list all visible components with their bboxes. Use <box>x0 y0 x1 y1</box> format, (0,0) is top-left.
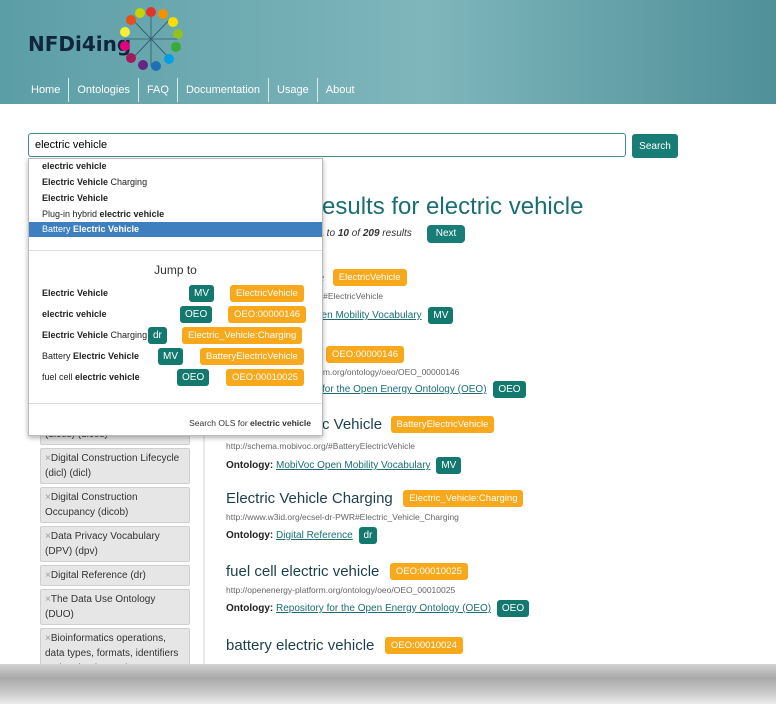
result-title[interactable]: battery electric vehicle <box>226 637 374 654</box>
results-divider <box>203 404 205 664</box>
result-title[interactable]: fuel cell electric vehicle <box>226 563 379 580</box>
nav-ontologies[interactable]: Ontologies <box>69 78 139 102</box>
blurred-footer <box>0 664 776 704</box>
result-ontology-link[interactable]: for the Open Energy Ontology (OEO) <box>322 384 487 395</box>
jump-ontology-badge[interactable]: MV <box>189 285 214 302</box>
result-title[interactable]: Electric Vehicle Charging <box>226 490 393 507</box>
jump-id-badge[interactable]: ElectricVehicle <box>230 285 304 302</box>
jump-to-item[interactable]: electric vehicle OEO OEO:00000146 <box>42 306 312 324</box>
result-ontology-badge[interactable]: MV <box>436 457 462 474</box>
result-id-badge[interactable]: ElectricVehicle <box>332 269 407 287</box>
search-ols-link[interactable]: Search OLS for electric vehicle <box>189 418 311 428</box>
facet-item[interactable]: ×Digital Construction Occupancy (dicob) <box>40 487 190 523</box>
result-ontology-link[interactable]: Repository for the Open Energy Ontology … <box>276 603 491 614</box>
suggestion-item[interactable]: Electric Vehicle Charging <box>29 175 322 190</box>
result-item: fuel cell electric vehicle OEO:00010025 … <box>226 563 766 617</box>
nav-about[interactable]: About <box>318 78 363 102</box>
result-ontology-badge[interactable]: dr <box>358 527 378 544</box>
result-item: Electric Vehicle Charging Electric_Vehic… <box>226 490 766 544</box>
result-ontology-badge[interactable]: OEO <box>496 600 530 617</box>
jump-to-item[interactable]: fuel cell electric vehicle OEO OEO:00010… <box>42 369 312 387</box>
result-item: e ElectricVehicle g/#ElectricVehicle pen… <box>316 269 776 324</box>
result-ontology-link[interactable]: Digital Reference <box>276 530 353 541</box>
jump-to-item[interactable]: Battery Electric Vehicle MV BatteryElect… <box>42 348 312 366</box>
result-id-badge[interactable]: OEO:00010024 <box>384 637 463 655</box>
result-id-badge[interactable]: OEO:00010025 <box>389 563 468 581</box>
result-iri: g/#ElectricVehicle <box>316 291 384 301</box>
dropdown-divider <box>29 250 322 251</box>
result-ontology-link[interactable]: MobiVoc Open Mobility Vocabulary <box>276 460 431 471</box>
nav-usage[interactable]: Usage <box>269 78 318 102</box>
jump-to-item[interactable]: Electric Vehicle MV ElectricVehicle <box>42 285 312 303</box>
nav-documentation[interactable]: Documentation <box>178 78 269 102</box>
jump-id-badge[interactable]: BatteryElectricVehicle <box>200 348 304 365</box>
site-header: NFDi4ing Home Ontologies FAQ Documentati… <box>0 0 776 104</box>
suggestion-item-selected[interactable]: Battery Electric Vehicle <box>29 222 322 237</box>
facet-item[interactable]: ×Digital Construction Lifecycle (dicl) (… <box>40 448 190 484</box>
main-nav: Home Ontologies FAQ Documentation Usage … <box>25 78 363 102</box>
jump-id-badge[interactable]: OEO:00000146 <box>228 306 307 323</box>
facet-item[interactable]: ×Digital Reference (dr) <box>40 565 190 586</box>
result-item: battery electric vehicle OEO:00010024 <box>226 637 766 655</box>
jump-ontology-badge[interactable]: dr <box>148 327 167 344</box>
facet-item[interactable]: ×Data Privacy Vocabulary (DPV) (dpv) <box>40 526 190 562</box>
jump-ontology-badge[interactable]: OEO <box>180 306 213 323</box>
jump-to-item[interactable]: Electric Vehicle Charging dr Electric_Ve… <box>42 327 312 345</box>
next-page-button[interactable]: Next <box>427 225 465 243</box>
jump-to-heading: Jump to <box>154 263 197 277</box>
result-iri: rm.org/ontology/oeo/OEO_00000146 <box>320 367 460 377</box>
result-ontology-badge[interactable]: MV <box>428 307 454 324</box>
result-item-details: http://schema.mobivoc.org/#BatteryElectr… <box>226 437 766 474</box>
result-id-badge[interactable]: Electric_Vehicle:Charging <box>403 490 524 508</box>
nav-home[interactable]: Home <box>25 78 70 102</box>
nav-faq[interactable]: FAQ <box>139 78 178 102</box>
result-ontology-link[interactable]: pen Mobility Vocabulary <box>316 310 422 321</box>
dropdown-divider <box>29 403 322 404</box>
results-paging: g 1 to 10 of 209 results <box>310 228 412 239</box>
logo-icon[interactable] <box>116 6 186 72</box>
jump-ontology-badge[interactable]: MV <box>158 348 183 365</box>
result-ontology-badge[interactable]: OEO <box>493 381 526 398</box>
jump-id-badge[interactable]: OEO:00010025 <box>226 369 305 386</box>
result-iri: http://openenergy-platform.org/ontology/… <box>226 585 456 595</box>
facet-item[interactable]: ×Bioinformatics operations, data types, … <box>40 628 190 664</box>
suggestion-item[interactable]: Plug-in hybrid electric vehicle <box>29 207 322 222</box>
jump-id-badge[interactable]: Electric_Vehicle:Charging <box>182 327 303 344</box>
suggestion-item[interactable]: electric vehicle <box>29 159 322 174</box>
facet-item[interactable]: ×The Data Use Ontology (DUO) <box>40 589 190 625</box>
result-title[interactable]: c Vehicle <box>322 416 382 433</box>
autocomplete-dropdown: electric vehicle Electric Vehicle Chargi… <box>28 158 323 436</box>
result-item: c Vehicle BatteryElectricVehicle <box>322 416 776 434</box>
suggestion-item[interactable]: Electric Vehicle <box>29 191 322 206</box>
result-id-badge[interactable]: OEO:00000146 <box>326 346 405 363</box>
search-input[interactable] <box>28 133 626 157</box>
result-id-badge[interactable]: BatteryElectricVehicle <box>390 416 495 434</box>
result-iri: http://www.w3id.org/ecsel-dr-PWR#Electri… <box>226 512 459 522</box>
results-title: esults for electric vehicle <box>322 193 584 220</box>
ontology-facet-list: (dices) (dices) ×Digital Construction Li… <box>40 404 190 664</box>
result-item: OEO:00000146 rm.org/ontology/oeo/OEO_000… <box>320 344 776 398</box>
result-iri: http://schema.mobivoc.org/#BatteryElectr… <box>226 441 415 451</box>
search-button[interactable]: Search <box>632 134 678 158</box>
jump-ontology-badge[interactable]: OEO <box>177 369 210 386</box>
